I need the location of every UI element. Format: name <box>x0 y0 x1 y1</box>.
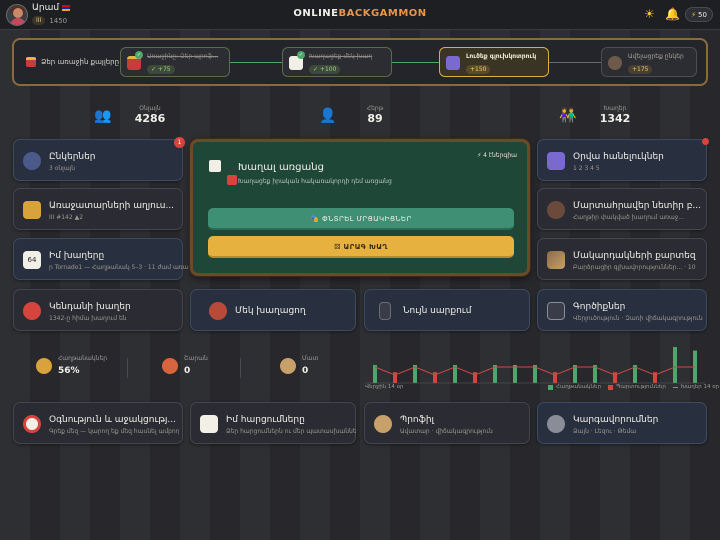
first-steps-label: Ձեր առաջին քայլերը <box>26 57 119 67</box>
loss-bar <box>653 372 657 383</box>
dice-icon <box>227 175 237 185</box>
puzzle-icon <box>446 56 460 70</box>
counter-games: 👫 Խաղեր 1342 <box>559 105 631 125</box>
check-icon: ✓ <box>135 51 143 59</box>
settings-card[interactable]: Կարգավորումներ Ձայն · Լեզու · Թեմա <box>537 402 707 444</box>
day-night-icon[interactable]: ☀ <box>644 7 655 21</box>
win-bar <box>673 347 677 383</box>
stat-wins: Հաղթանակներ 56% <box>36 355 107 376</box>
queue-icon: 👤 <box>319 108 337 124</box>
play-icon <box>23 302 41 320</box>
crown-icon <box>36 358 52 374</box>
my-games-card[interactable]: 64 Իմ խաղերը ր Tornado1 — Հաղթանակ 5–3 ·… <box>13 238 189 280</box>
step-solve-puzzle[interactable]: Լուծեք գլուխկոտրուկ +150 <box>439 47 549 77</box>
step-profile[interactable]: ✓ Առաջինը: Ձեր պրոֆ... ✓ +75 <box>120 47 230 77</box>
chart-xlabel: Վերջին 14 օր <box>365 384 404 390</box>
stat-streak: Շարան 0 <box>162 355 208 376</box>
tools-card[interactable]: Գործիքներ Վերլուծություն · Զառի վիճակագր… <box>537 289 707 331</box>
players-icon: 👫 <box>559 108 577 124</box>
bell-icon[interactable]: 🔔 <box>665 7 680 21</box>
gear-icon <box>547 415 565 433</box>
loss-bar <box>473 372 477 383</box>
profile-icon <box>374 415 392 433</box>
divider <box>240 358 241 378</box>
friends-icon <box>23 152 41 170</box>
win-bar <box>513 365 517 383</box>
energy-counter[interactable]: ⚡ 50 <box>685 7 713 22</box>
challenge-card[interactable]: Մարտահրավեր նետիր բ... Հաղթիր փակված խաղ… <box>537 188 707 230</box>
notification-badge: 1 <box>174 137 185 148</box>
legend-swatch-losses <box>608 384 613 390</box>
loss-bar <box>553 372 557 383</box>
step-connector <box>391 62 439 63</box>
trophy-icon <box>23 201 41 219</box>
gift-icon <box>26 57 36 67</box>
puzzle-icon <box>547 152 565 170</box>
play-title: Խաղալ առցանց <box>238 162 324 173</box>
notification-dot <box>702 138 709 145</box>
tools-dice-icon <box>547 302 565 320</box>
results-chart <box>365 347 705 384</box>
users-icon: 👥 <box>94 108 112 124</box>
counter-64-icon: 64 <box>23 251 41 269</box>
bolt-icon: ⚡ <box>691 10 696 19</box>
friends-icon <box>608 56 622 70</box>
mountain-flag-icon <box>547 251 565 269</box>
step-connector <box>549 62 601 63</box>
step-play-game[interactable]: ✓ Խաղացեք մեկ խաղ ✓ +100 <box>282 47 392 77</box>
top-bar: Արամ III 1450 ONLINEBACKGAMMON ☀ 🔔 ⚡ 50 <box>0 0 720 30</box>
loss-bar <box>433 372 437 383</box>
energy-indicator: ⚡ 4 էներգիա <box>477 152 517 159</box>
play-online-panel: ⚡ 4 էներգիա Խաղալ առցանց Խաղացեք իրական … <box>190 139 530 276</box>
help-support-card[interactable]: Օգնություն և աջակցությ... Գրեք մեզ — կար… <box>13 402 183 444</box>
phone-icon <box>379 302 391 320</box>
daily-puzzles-card[interactable]: Օրվա հանելուկներ 1 2 3 4 5 <box>537 138 709 181</box>
legend-swatch-wins <box>548 384 553 390</box>
my-requests-card[interactable]: Իմ հարցումները Ձեր հարցումներն ու մեր պա… <box>190 402 356 444</box>
divider <box>127 358 128 378</box>
quick-game-button[interactable]: ⚄ ԱՐԱԳ ԽԱՂ <box>208 236 514 258</box>
fire-icon <box>162 358 178 374</box>
chart-legend: Հաղթանակներ Պարտություններ Խաղեր 14 օր <box>548 384 719 390</box>
counter-queue: 👤 Հերթ 89 <box>319 105 384 125</box>
profile-card[interactable]: Պրոֆիլ Ավատար · վիճակագրություն <box>364 402 530 444</box>
step-connector <box>230 62 282 63</box>
same-device-card[interactable]: Նույն սարքում <box>364 289 530 331</box>
single-player-card[interactable]: Մեկ խաղացող <box>190 289 356 331</box>
check-icon: ✓ <box>297 51 305 59</box>
dice-icon <box>209 160 221 172</box>
loss-bar <box>613 372 617 383</box>
lifebuoy-icon <box>23 415 41 433</box>
challenge-icon <box>547 201 565 219</box>
app-logo: ONLINEBACKGAMMON <box>293 8 427 19</box>
stat-mats: Մատ 0 <box>280 355 318 376</box>
friends-card[interactable]: Ընկերներ 3 օնլայն 1 <box>13 137 185 181</box>
find-opponents-button[interactable]: 🎭 ՓՆՏՐԵԼ ՄՐՑԱԿԻՑՆԵՐ <box>208 208 514 230</box>
legend-swatch-line <box>672 386 678 388</box>
live-games-card[interactable]: Կենդանի խաղեր 1342-ը հիմա խաղում են <box>13 289 183 331</box>
play-subtitle: Խաղացեք իրական հակառակորդի դեմ առցանց <box>238 178 392 185</box>
coins-icon <box>280 358 296 374</box>
loss-bar <box>393 372 397 383</box>
single-player-icon <box>209 302 227 320</box>
counter-online: 👥 Օնլայն 4286 <box>94 105 166 125</box>
level-map-card[interactable]: Մակարդակների քարտեզ Բարձրացիր գլխավորութ… <box>537 238 707 280</box>
first-steps-strip: Ձեր առաջին քայլերը ✓ Առաջինը: Ձեր պրոֆ..… <box>12 38 708 86</box>
leaderboard-card[interactable]: Առաջատարների աղյուս... III #142 ▲2 <box>13 188 183 230</box>
step-add-friend[interactable]: Ավելացրեք ընկեր +175 <box>601 47 697 77</box>
message-icon <box>200 415 218 433</box>
